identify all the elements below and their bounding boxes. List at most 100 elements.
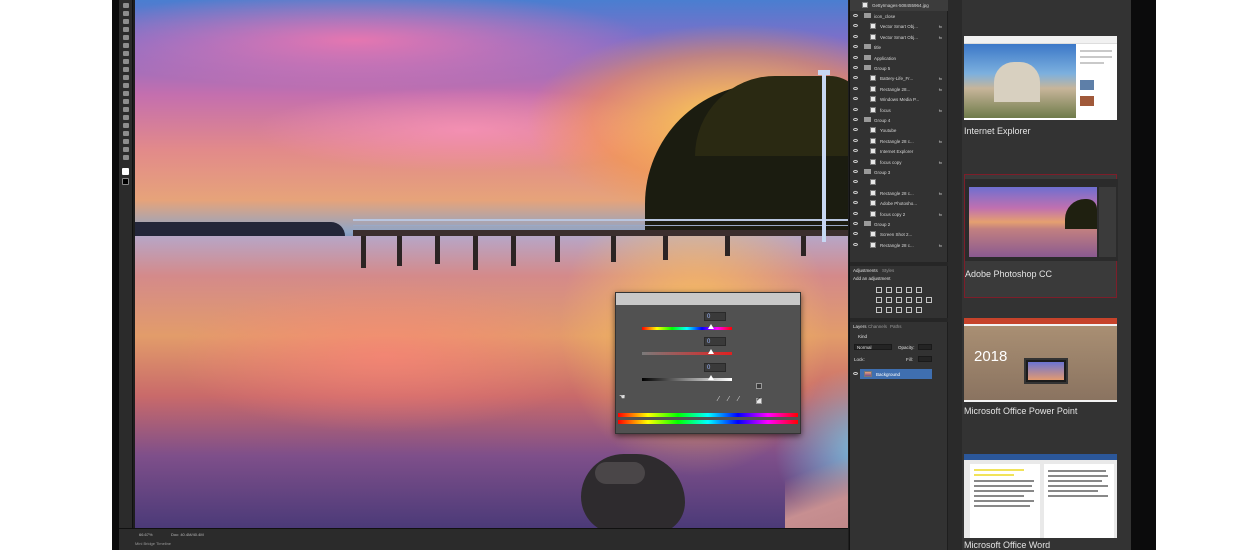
shape-tool-icon[interactable] [122,139,129,144]
eyedropper-plus-icon[interactable]: ⁄ [728,396,733,403]
saturation-slider-thumb[interactable] [708,349,714,354]
layer-row[interactable]: Windows Media P... [850,94,948,105]
layer-row[interactable]: Youtube [850,125,948,136]
layer-row[interactable]: Internet Explorer [850,146,948,157]
quick-select-tool-icon[interactable] [122,27,129,32]
eye-icon[interactable] [853,232,858,236]
eye-icon[interactable] [853,372,858,375]
preview-checkbox[interactable] [756,396,762,404]
tab-channels[interactable]: Channels [868,324,887,329]
move-tool-icon[interactable] [122,3,129,8]
layer-effects-icon[interactable]: fx [939,160,942,165]
eye-icon[interactable] [853,107,858,111]
eye-icon[interactable] [853,118,858,121]
eye-icon[interactable] [853,66,858,69]
history-brush-tool-icon[interactable] [122,75,129,80]
eye-icon[interactable] [853,138,858,142]
gradient-map-icon[interactable] [906,307,912,313]
eye-icon[interactable] [853,24,858,28]
tab-paths[interactable]: Paths [890,324,902,329]
layer-group-row[interactable]: Group 2 [850,219,948,230]
layer-row[interactable]: Adobe Photosho... [850,198,948,209]
gradient-tool-icon[interactable] [122,91,129,96]
tab-adjustments[interactable]: Adjustments [853,268,878,273]
eye-icon[interactable] [853,222,858,225]
eye-icon[interactable] [853,14,858,17]
eye-icon[interactable] [853,201,858,205]
eye-icon[interactable] [853,149,858,153]
levels-icon[interactable] [886,287,892,293]
eye-icon[interactable] [853,211,858,215]
color-lookup-icon[interactable] [926,297,932,303]
eye-icon[interactable] [853,190,858,194]
path-select-tool-icon[interactable] [122,131,129,136]
filter-kind-label[interactable]: Kind [858,334,867,339]
photo-filter-icon[interactable] [906,297,912,303]
background-color-swatch[interactable] [122,178,129,185]
hue-slider-thumb[interactable] [708,324,714,329]
zoom-level[interactable]: 66.67% [139,532,153,537]
layer-effects-icon[interactable]: fx [939,24,942,29]
layer-row[interactable]: Rectangle 28... fx [850,84,948,95]
curves-icon[interactable] [896,287,902,293]
pen-tool-icon[interactable] [122,115,129,120]
lasso-tool-icon[interactable] [122,19,129,24]
eye-icon[interactable] [853,159,858,163]
layer-row[interactable]: focus fx [850,105,948,116]
zoom-tool-icon[interactable] [122,155,129,160]
dodge-tool-icon[interactable] [122,107,129,112]
layer-group-row[interactable]: Group 5 [850,63,948,74]
eye-icon[interactable] [853,45,858,49]
layer-row[interactable]: Rectangle 28 c... fx [850,240,948,251]
layer-row[interactable]: Rectangle 28 c... fx [850,136,948,147]
layer-row[interactable]: focus copy fx [850,157,948,168]
layer-row[interactable]: Battery-Life_Fr... fx [850,73,948,84]
hue-saturation-icon[interactable] [876,297,882,303]
layer-effects-icon[interactable]: fx [939,35,942,40]
layer-effects-icon[interactable]: fx [939,191,942,196]
eye-icon[interactable] [853,76,858,80]
lightness-value-field[interactable]: 0 [704,363,726,372]
marquee-tool-icon[interactable] [122,11,129,16]
eye-icon[interactable] [853,97,858,101]
hue-slider[interactable] [642,324,732,330]
eye-icon[interactable] [853,34,858,38]
tab-styles[interactable]: Styles [882,268,894,273]
layer-effects-icon[interactable]: fx [939,139,942,144]
type-tool-icon[interactable] [122,123,129,128]
layer-group-row[interactable]: title [850,42,948,53]
eye-icon[interactable] [853,86,858,90]
channel-mixer-icon[interactable] [916,297,922,303]
brightness-contrast-icon[interactable] [876,287,882,293]
layer-row[interactable]: Vector Smart Obj... fx [850,21,948,32]
opacity-field[interactable] [918,344,932,350]
layer-group-row[interactable]: Group 4 [850,115,948,126]
posterize-icon[interactable] [886,307,892,313]
document-canvas[interactable]: 0 0 0 ☚ ⁄ ⁄ ⁄ [135,0,848,528]
background-layer[interactable]: Background [860,369,932,379]
saturation-value-field[interactable]: 0 [704,337,726,346]
fill-field[interactable] [918,356,932,362]
tab-layers[interactable]: Layers [853,324,867,329]
layer-effects-icon[interactable]: fx [939,212,942,217]
brush-tool-icon[interactable] [122,59,129,64]
eye-icon[interactable] [853,128,858,132]
colorize-checkbox[interactable] [756,383,762,389]
eye-icon[interactable] [853,242,858,246]
layer-group-row[interactable]: icon_close [850,11,948,22]
color-balance-icon[interactable] [886,297,892,303]
eye-icon[interactable] [853,55,858,59]
selective-color-icon[interactable] [916,307,922,313]
dialog-title-bar[interactable] [616,293,800,305]
hue-saturation-dialog[interactable]: 0 0 0 ☚ ⁄ ⁄ ⁄ [615,292,801,434]
layer-effects-icon[interactable]: fx [939,108,942,113]
eye-icon[interactable] [853,170,858,173]
clone-stamp-tool-icon[interactable] [122,67,129,72]
eraser-tool-icon[interactable] [122,83,129,88]
targeted-adjustment-icon[interactable]: ☚ [619,393,625,401]
layer-row[interactable]: Screen Shot 2... [850,229,948,240]
eyedropper-icon[interactable]: ⁄ [718,396,723,403]
invert-icon[interactable] [876,307,882,313]
hand-tool-icon[interactable] [122,147,129,152]
layer-row[interactable]: Vector Smart Obj... fx [850,32,948,43]
